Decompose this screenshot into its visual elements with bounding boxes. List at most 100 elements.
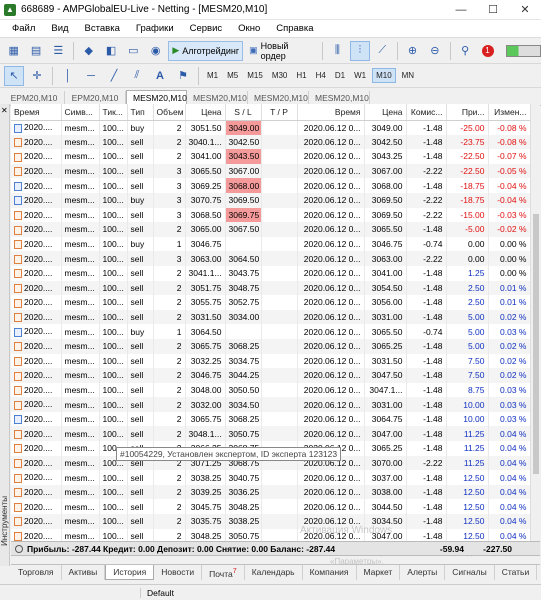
- table-row[interactable]: 2020.... mesm... 100... sell 2 3051.75 3048.75…: [11, 280, 530, 296]
- table-row[interactable]: 2020.... mesm... 100... sell 3 3065.50 3067.00…: [11, 163, 530, 179]
- toolbox-tab[interactable]: Алерты: [400, 565, 446, 580]
- signal-icon[interactable]: ◉: [146, 41, 165, 61]
- column-header[interactable]: Время: [11, 104, 62, 121]
- toolbox-tab[interactable]: Сигналы: [445, 565, 495, 580]
- column-header[interactable]: Комис...: [406, 104, 447, 121]
- table-row[interactable]: 2020.... mesm... 100... sell 2 3048.00 3050.50…: [11, 382, 530, 398]
- candles-icon[interactable]: ⫶: [350, 40, 370, 61]
- column-header[interactable]: Объем: [153, 104, 186, 121]
- chart-tab[interactable]: MESM20,M10: [187, 91, 248, 105]
- chart-tab[interactable]: MESM20,M10: [126, 90, 187, 105]
- column-header[interactable]: Цена: [364, 104, 407, 121]
- menu-tools[interactable]: Сервис: [182, 23, 231, 34]
- table-row[interactable]: 2020.... mesm... 100... sell 2 3065.75 3068.25…: [11, 338, 530, 354]
- table-row[interactable]: 2020.... mesm... 100... buy 3 3070.75 3069.50 2…: [11, 192, 530, 208]
- tf-d1[interactable]: D1: [332, 69, 348, 82]
- table-row[interactable]: 2020.... mesm... 100... sell 3 3069.25 3068.00…: [11, 178, 530, 193]
- toolbox-tab[interactable]: Активы: [62, 565, 106, 580]
- tf-h4[interactable]: H4: [313, 69, 329, 82]
- maximize-button[interactable]: ☐: [477, 0, 509, 20]
- table-row[interactable]: 2020.... mesm... 100... sell 2 3041.1... 3043.…: [11, 265, 530, 281]
- vertical-line-icon[interactable]: │: [58, 66, 78, 86]
- table-row[interactable]: 2020.... mesm... 100... sell 2 3048.1... 3050.…: [11, 426, 530, 442]
- column-header[interactable]: T / P: [261, 104, 298, 121]
- column-header[interactable]: Тик...: [99, 104, 128, 121]
- tf-m5[interactable]: M5: [224, 69, 241, 82]
- column-header[interactable]: Измен...: [488, 104, 530, 121]
- tf-mn[interactable]: MN: [399, 69, 417, 82]
- vertical-scrollbar[interactable]: [530, 104, 540, 541]
- new-order-button[interactable]: ▣ Новый ордер: [246, 41, 317, 61]
- trend-line-icon[interactable]: ╱: [104, 66, 124, 86]
- zoom-out-icon[interactable]: ⊖: [425, 41, 444, 61]
- table-row[interactable]: 2020.... mesm... 100... sell 3 3068.50 3069.75…: [11, 207, 530, 223]
- minimize-button[interactable]: —: [445, 0, 477, 20]
- table-row[interactable]: 2020.... mesm... 100... sell 3 3063.00 3064.50…: [11, 251, 530, 266]
- column-header[interactable]: Тип: [127, 104, 154, 121]
- horizontal-line-icon[interactable]: ─: [81, 66, 101, 86]
- tf-w1[interactable]: W1: [351, 69, 369, 82]
- column-header[interactable]: Цена: [185, 104, 226, 121]
- menu-help[interactable]: Справка: [268, 23, 321, 34]
- scrollbar-thumb[interactable]: [533, 214, 539, 474]
- new-chart-icon[interactable]: ▦: [4, 41, 23, 61]
- navigator-icon[interactable]: ◧: [101, 41, 120, 61]
- algo-trading-button[interactable]: ▶ Алготрейдинг: [168, 40, 244, 61]
- toolbox-tab[interactable]: История: [105, 565, 155, 580]
- table-row[interactable]: 2020.... mesm... 100... buy 2 3051.50 3049.00 2…: [11, 120, 530, 135]
- toolbox-tab[interactable]: Статьи: [495, 565, 538, 580]
- table-row[interactable]: 2020.... mesm... 100... sell 2 3040.1... 3042.…: [11, 134, 530, 150]
- strategy-icon[interactable]: ◆: [79, 41, 98, 61]
- text-icon[interactable]: A: [150, 66, 170, 86]
- column-header[interactable]: При...: [446, 104, 489, 121]
- toolbox-tab[interactable]: Новости: [154, 565, 203, 580]
- table-row[interactable]: 2020.... mesm... 100... sell 2 3065.75 3068.25…: [11, 411, 530, 427]
- toolbox-tab[interactable]: Календарь: [245, 565, 303, 580]
- line-chart-icon[interactable]: ⟋: [373, 41, 392, 61]
- tf-m30[interactable]: M30: [269, 69, 291, 82]
- table-row[interactable]: 2020.... mesm... 100... sell 2 3065.00 3067.50…: [11, 222, 530, 237]
- column-header[interactable]: Время: [297, 104, 365, 121]
- close-icon[interactable]: ✕: [1, 106, 8, 115]
- menu-view[interactable]: Вид: [43, 23, 76, 34]
- table-row[interactable]: 2020.... mesm... 100... buy 1 3064.50 2020.06.…: [11, 324, 530, 339]
- chart-tab[interactable]: MESM20,M10: [248, 91, 309, 105]
- table-row[interactable]: 2020.... mesm... 100... buy 1 3046.75 2020.06.…: [11, 236, 530, 252]
- notifications-icon[interactable]: 1: [478, 41, 497, 61]
- table-row[interactable]: 2020.... mesm... 100... sell 2 3035.75 3038.25…: [11, 514, 530, 529]
- terminal-icon[interactable]: ▭: [124, 41, 143, 61]
- profiles-icon[interactable]: ▤: [26, 41, 45, 61]
- table-row[interactable]: 2020.... mesm... 100... sell 2 3032.25 3034.75…: [11, 353, 530, 369]
- shapes-icon[interactable]: ⚑: [173, 66, 193, 86]
- table-row[interactable]: 2020.... mesm... 100... sell 2 3055.75 3052.75…: [11, 295, 530, 310]
- chart-tab[interactable]: MESM20,M10: [309, 91, 370, 105]
- bar-chart-icon[interactable]: ⫼: [328, 41, 347, 61]
- zoom-in-icon[interactable]: ⊕: [403, 41, 422, 61]
- tf-h1[interactable]: H1: [293, 69, 309, 82]
- menu-window[interactable]: Окно: [230, 23, 268, 34]
- tf-m1[interactable]: M1: [204, 69, 221, 82]
- close-button[interactable]: ✕: [509, 0, 541, 20]
- table-row[interactable]: 2020.... mesm... 100... sell 2 3032.00 3034.50…: [11, 397, 530, 412]
- chart-tab[interactable]: EPM20,M10: [65, 91, 126, 105]
- channel-icon[interactable]: ⫽: [127, 66, 147, 86]
- table-row[interactable]: 2020.... mesm... 100... sell 2 3031.50 3034.00…: [11, 309, 530, 325]
- toolbox-tab[interactable]: Почта7: [202, 565, 245, 580]
- tf-m15[interactable]: M15: [244, 69, 266, 82]
- menu-file[interactable]: Файл: [4, 23, 43, 34]
- column-header[interactable]: Симв...: [61, 104, 100, 121]
- menu-charts[interactable]: Графики: [128, 23, 182, 34]
- table-row[interactable]: 2020.... mesm... 100... sell 2 3039.25 3036.25…: [11, 484, 530, 500]
- menu-insert[interactable]: Вставка: [77, 23, 128, 34]
- toolbox-tab[interactable]: Торговля: [11, 565, 62, 580]
- table-row[interactable]: 2020.... mesm... 100... sell 2 3045.75 3048.25…: [11, 499, 530, 515]
- toolbox-tab[interactable]: Компания: [303, 565, 357, 580]
- column-header[interactable]: S / L: [225, 104, 262, 121]
- table-row[interactable]: 2020.... mesm... 100... sell 2 3041.00 3043.50…: [11, 149, 530, 164]
- search-icon[interactable]: ⚲: [456, 41, 475, 61]
- chart-tab[interactable]: EPM20,M10: [4, 91, 65, 105]
- tf-m10[interactable]: M10: [372, 68, 396, 83]
- table-row[interactable]: 2020.... mesm... 100... sell 2 3048.25 3050.75…: [11, 528, 530, 541]
- cursor-icon[interactable]: ↖: [4, 65, 24, 86]
- toolbox-tab[interactable]: Маркет: [357, 565, 401, 580]
